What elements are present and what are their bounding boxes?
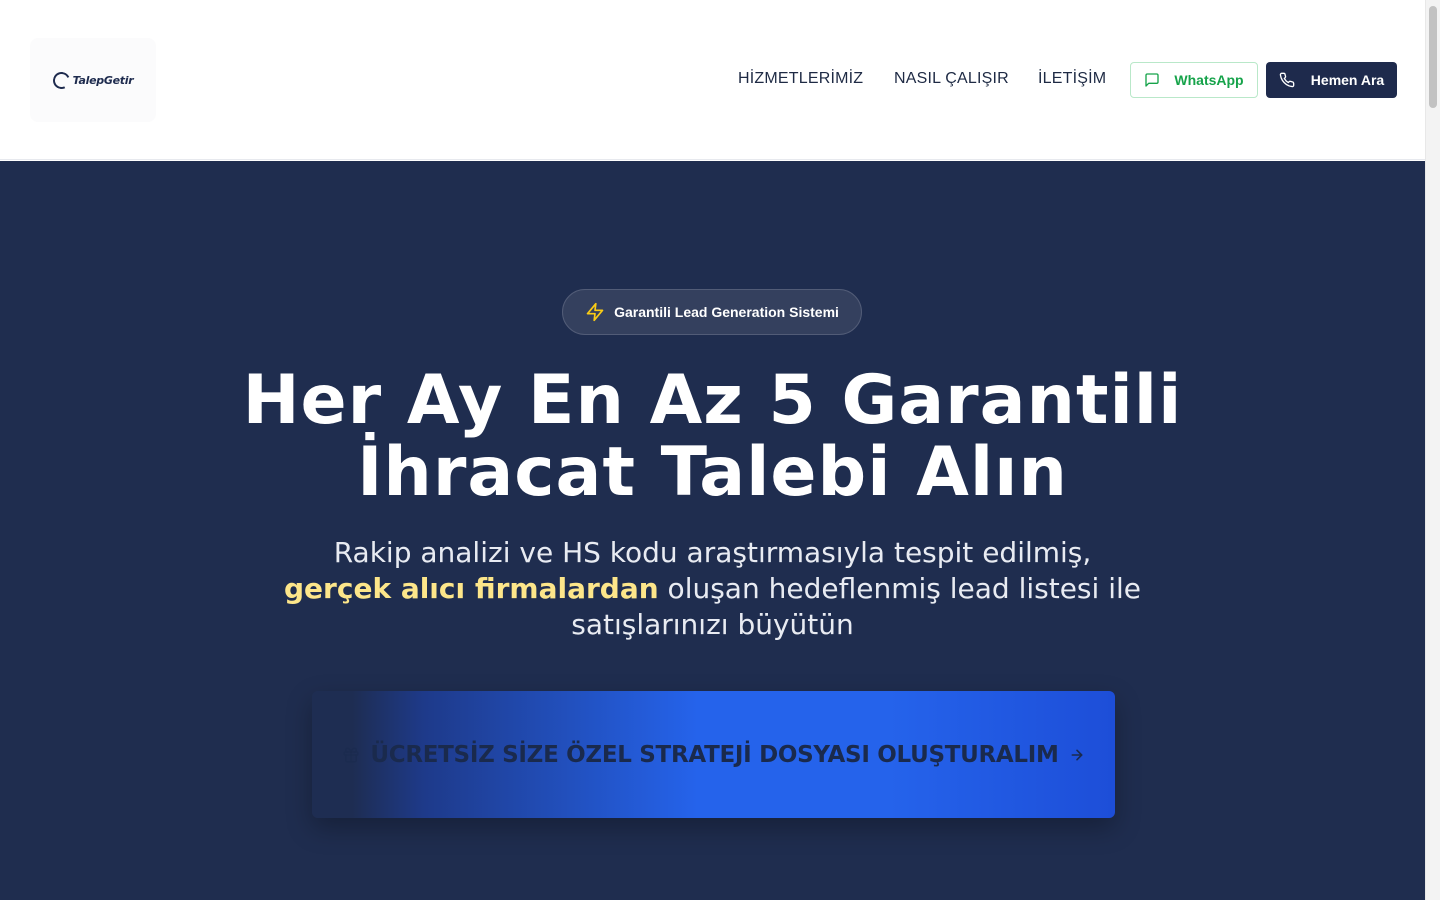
- gift-icon: [342, 746, 360, 764]
- hero-badge: Garantili Lead Generation Sistemi: [562, 289, 862, 335]
- call-now-button-label: Hemen Ara: [1310, 72, 1385, 88]
- whatsapp-button[interactable]: WhatsApp: [1130, 62, 1258, 98]
- chat-bubble-icon: [1144, 72, 1160, 88]
- scrollbar-thumb[interactable]: [1429, 6, 1437, 108]
- arrow-right-icon: [1069, 747, 1085, 763]
- nav-link-services[interactable]: HİZMETLERİMİZ: [738, 70, 863, 88]
- hero-badge-label: Garantili Lead Generation Sistemi: [614, 304, 839, 320]
- hero-title-line-2: İhracat Talebi Alın: [357, 433, 1068, 512]
- call-now-button[interactable]: Hemen Ara: [1266, 62, 1397, 98]
- hero-subtitle-part-3: satışlarınızı büyütün: [571, 608, 854, 641]
- free-strategy-cta-button[interactable]: ÜCRETSİZ SİZE ÖZEL STRATEJİ DOSYASI OLUŞ…: [312, 691, 1115, 818]
- lightning-icon: [585, 302, 605, 322]
- hero-title: Her Ay En Az 5 Garantili İhracat Talebi …: [0, 365, 1425, 509]
- phone-icon: [1279, 72, 1295, 88]
- hero-section: Garantili Lead Generation Sistemi Her Ay…: [0, 161, 1425, 900]
- site-header: TalepGetir HİZMETLERİMİZ NASIL ÇALIŞIR İ…: [0, 0, 1425, 160]
- hero-title-line-1: Her Ay En Az 5 Garantili: [242, 361, 1183, 440]
- hero-subtitle-highlight: gerçek alıcı firmalardan: [284, 572, 659, 605]
- nav-link-how-it-works[interactable]: NASIL ÇALIŞIR: [894, 70, 1009, 88]
- whatsapp-button-label: WhatsApp: [1174, 72, 1244, 88]
- hero-subtitle-part-2: oluşan hedeflenmiş lead listesi ile: [658, 572, 1141, 605]
- hero-subtitle: Rakip analizi ve HS kodu araştırmasıyla …: [0, 535, 1425, 643]
- hero-subtitle-part-1: Rakip analizi ve HS kodu araştırmasıyla …: [333, 536, 1092, 569]
- nav-link-contact[interactable]: İLETİŞİM: [1038, 70, 1106, 88]
- page-scrollbar[interactable]: [1425, 0, 1440, 900]
- free-strategy-cta-label: ÜCRETSİZ SİZE ÖZEL STRATEJİ DOSYASI OLUŞ…: [370, 741, 1059, 768]
- page: TalepGetir HİZMETLERİMİZ NASIL ÇALIŞIR İ…: [0, 0, 1425, 900]
